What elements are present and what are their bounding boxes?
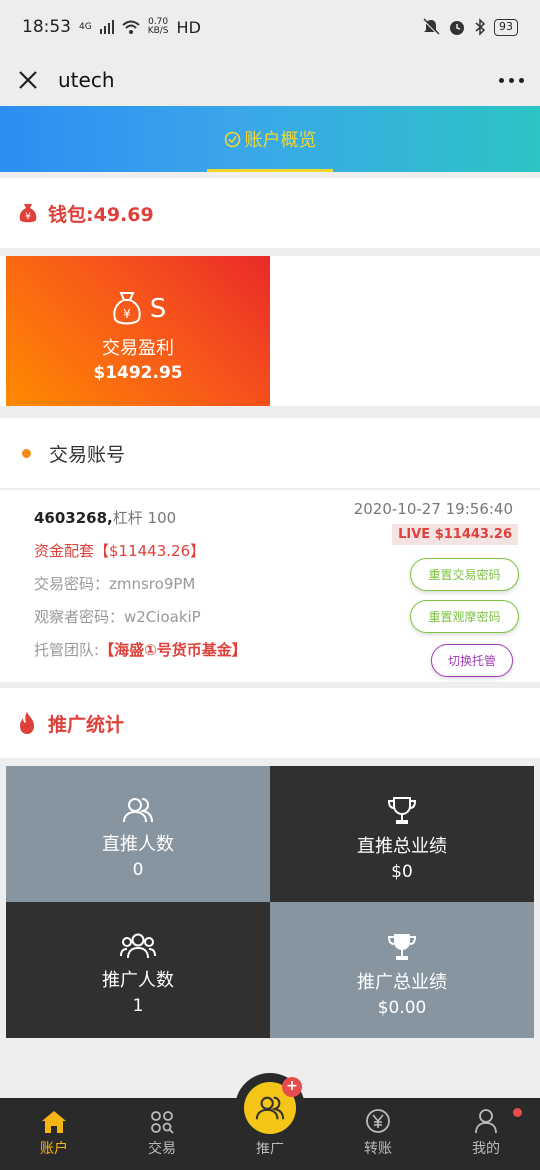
- stat-value: $0.00: [377, 998, 427, 1018]
- clock-check-icon: [224, 131, 240, 147]
- team-label: 托管团队:: [34, 641, 100, 659]
- account-number-line: 4603268,杠杆 100: [34, 508, 247, 541]
- stat-label: 直推总业绩: [357, 836, 447, 857]
- stat-label: 推广人数: [102, 970, 174, 991]
- account-details: 4603268,杠杆 100 资金配套【$11443.26】 交易密码：zmns…: [34, 508, 247, 673]
- money-bag-icon: ¥: [19, 204, 37, 223]
- promo-stats-grid: 直推人数 0 直推总业绩 $0 推广人数 1 推广总业绩 $0.00: [6, 766, 534, 1038]
- trade-password: 交易密码：zmnsro9PM: [34, 575, 196, 593]
- status-time: 18:53: [22, 17, 71, 37]
- tab-underline: [207, 169, 333, 172]
- tab-label: 账户概览: [244, 130, 317, 151]
- status-bar: 18:53 4G 0.70 KB/S HD 93: [0, 0, 540, 54]
- home-icon: [42, 1111, 66, 1133]
- bluetooth-icon: [475, 18, 486, 36]
- person-icon: [475, 1109, 497, 1134]
- nav-item-transfer[interactable]: 转账: [324, 1098, 432, 1170]
- yen-circle-icon: [366, 1109, 390, 1133]
- users-icon: [255, 1096, 285, 1120]
- nav-item-account[interactable]: 账户: [0, 1098, 108, 1170]
- nav-item-label: 账户: [40, 1141, 68, 1157]
- money-bag-outline-icon: ¥: [113, 292, 141, 325]
- profit-row: ¥ S 交易盈利 $1492.95: [0, 256, 540, 406]
- tab-bar: 账户概览: [0, 106, 540, 172]
- alarm-icon: [450, 21, 464, 35]
- signal-icon: [99, 20, 114, 34]
- account-timestamp: 2020-10-27 19:56:40: [353, 500, 513, 518]
- live-badge: LIVE $11443.26: [392, 524, 518, 545]
- bullet-dot: [22, 448, 31, 458]
- team-name: 【海盛①号货币基金】: [99, 641, 247, 659]
- nav-bar: utech: [0, 54, 540, 106]
- tab-account-overview[interactable]: 账户概览: [207, 106, 333, 172]
- trophy-filled-icon: [387, 934, 417, 960]
- stat-promo-performance[interactable]: 推广总业绩 $0.00: [270, 902, 534, 1038]
- stat-value: $0: [391, 862, 413, 882]
- nav-title: utech: [58, 68, 115, 92]
- observer-password: 观察者密码：w2CioakiP: [34, 608, 201, 626]
- svg-text:¥: ¥: [25, 212, 31, 222]
- profit-icon-group: ¥ S: [110, 290, 167, 328]
- profit-symbol: S: [149, 294, 167, 324]
- reset-observer-password-button[interactable]: 重置观摩密码: [410, 600, 519, 633]
- stat-direct-referrals[interactable]: 直推人数 0: [6, 766, 270, 902]
- trading-section-header: 交易账号: [0, 418, 540, 488]
- profit-card[interactable]: ¥ S 交易盈利 $1492.95: [6, 256, 270, 406]
- trophy-outline-icon: [387, 797, 417, 824]
- team-line: 托管团队:【海盛①号货币基金】: [34, 640, 247, 673]
- nav-item-trade[interactable]: 交易: [108, 1098, 216, 1170]
- stat-promo-referrals[interactable]: 推广人数 1: [6, 902, 270, 1038]
- close-icon[interactable]: [16, 68, 40, 92]
- network-speed: 0.70 KB/S: [148, 18, 169, 36]
- profit-label: 交易盈利: [102, 338, 174, 359]
- nav-item-label: 转账: [364, 1141, 392, 1157]
- group-icon: [120, 933, 156, 959]
- wallet-card: ¥ 钱包:49.69: [0, 178, 540, 248]
- notification-dot: [513, 1108, 522, 1117]
- more-icon[interactable]: [499, 77, 524, 83]
- flame-icon: [20, 712, 34, 734]
- account-capital: 资金配套【$11443.26】: [34, 542, 206, 560]
- stat-label: 直推人数: [102, 834, 174, 855]
- grid-search-icon: [151, 1111, 174, 1134]
- hd-label: HD: [176, 17, 201, 37]
- svg-text:¥: ¥: [123, 307, 131, 321]
- battery-level: 93: [494, 18, 518, 36]
- nav-item-mine[interactable]: 我的: [432, 1098, 540, 1170]
- account-leverage: 杠杆 100: [112, 509, 177, 527]
- trading-section-title: 交易账号: [49, 443, 126, 466]
- stat-label: 推广总业绩: [357, 972, 447, 993]
- wifi-icon: [122, 20, 140, 34]
- account-number: 4603268,: [34, 509, 113, 527]
- plus-badge: +: [282, 1077, 302, 1097]
- nav-item-label: 交易: [148, 1141, 176, 1157]
- promo-section-header: 推广统计: [0, 688, 540, 758]
- mute-icon: [423, 18, 440, 35]
- reset-trade-password-button[interactable]: 重置交易密码: [410, 558, 519, 591]
- stat-value: 1: [132, 996, 144, 1016]
- network-label: 4G: [79, 21, 92, 32]
- stat-value: 0: [132, 860, 144, 880]
- users-icon: [123, 798, 153, 823]
- wallet-balance: 钱包:49.69: [48, 203, 154, 226]
- account-card: 4603268,杠杆 100 资金配套【$11443.26】 交易密码：zmns…: [0, 490, 540, 682]
- speed-unit: KB/S: [147, 26, 169, 36]
- promo-section-title: 推广统计: [48, 713, 125, 736]
- profit-value: $1492.95: [93, 363, 183, 383]
- stat-direct-performance[interactable]: 直推总业绩 $0: [270, 766, 534, 902]
- switch-custody-button[interactable]: 切换托管: [431, 644, 513, 677]
- nav-item-label: 我的: [472, 1141, 500, 1157]
